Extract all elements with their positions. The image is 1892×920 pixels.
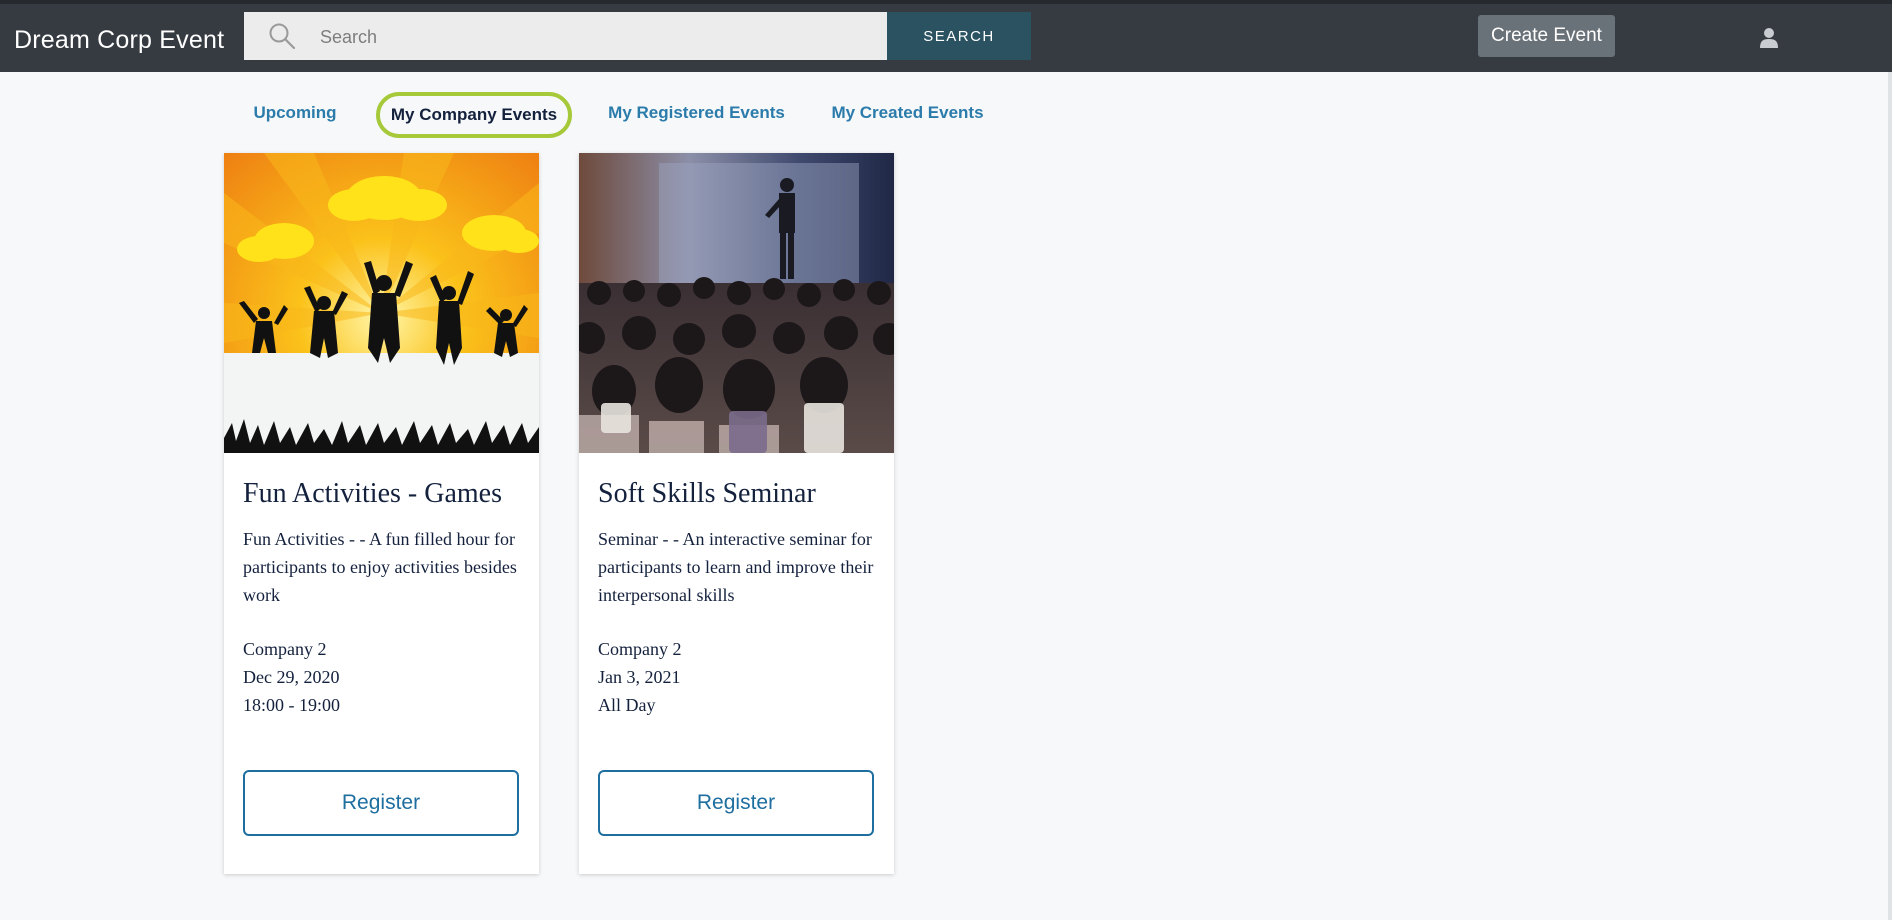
event-image-fun-activities xyxy=(224,153,539,453)
event-company: Company 2 xyxy=(243,639,327,659)
scrollbar[interactable] xyxy=(1888,72,1892,920)
register-button[interactable]: Register xyxy=(598,770,874,836)
event-title: Soft Skills Seminar xyxy=(598,478,816,509)
event-company: Company 2 xyxy=(598,639,682,659)
search-bar[interactable] xyxy=(244,12,887,62)
search-input[interactable] xyxy=(318,12,862,62)
tab-my-created-events[interactable]: My Created Events xyxy=(826,92,989,138)
user-icon[interactable] xyxy=(1759,27,1779,49)
event-card: Soft Skills Seminar Seminar - - An inter… xyxy=(579,153,894,874)
app-brand[interactable]: Dream Corp Event xyxy=(14,26,224,55)
search-button[interactable]: SEARCH xyxy=(887,12,1031,60)
event-title: Fun Activities - Games xyxy=(243,478,502,509)
event-image-seminar xyxy=(579,153,894,453)
event-time: All Day xyxy=(598,695,656,715)
event-description: Fun Activities - - A fun filled hour for… xyxy=(243,529,517,605)
create-event-button[interactable]: Create Event xyxy=(1478,15,1615,57)
event-time: 18:00 - 19:00 xyxy=(243,695,340,715)
event-meta: Company 2 Jan 3, 2021 All Day xyxy=(598,635,878,719)
event-date: Jan 3, 2021 xyxy=(598,667,681,687)
event-date: Dec 29, 2020 xyxy=(243,667,340,687)
tab-upcoming[interactable]: Upcoming xyxy=(247,92,343,138)
event-card: Fun Activities - Games Fun Activities - … xyxy=(224,153,539,874)
tab-my-company-events[interactable]: My Company Events xyxy=(376,92,572,138)
search-icon xyxy=(269,23,296,50)
register-button[interactable]: Register xyxy=(243,770,519,836)
event-meta: Company 2 Dec 29, 2020 18:00 - 19:00 xyxy=(243,635,523,719)
event-description: Seminar - - An interactive seminar for p… xyxy=(598,529,874,605)
tab-my-registered-events[interactable]: My Registered Events xyxy=(604,92,789,138)
